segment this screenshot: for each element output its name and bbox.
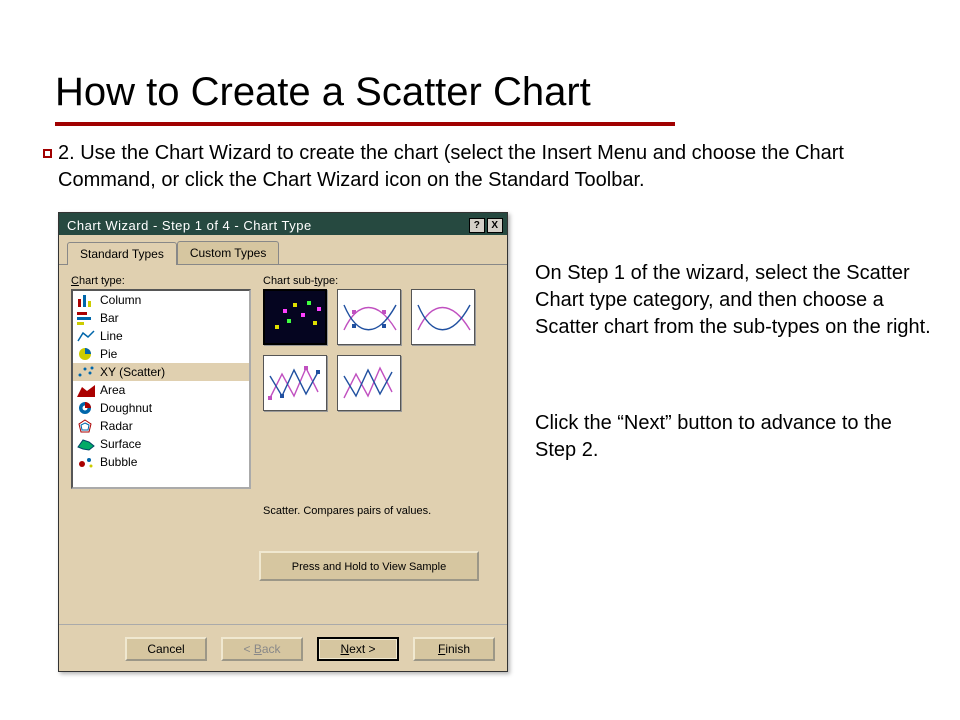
chart-subtype-4[interactable] [337, 355, 401, 411]
chart-type-label-text: Bar [100, 311, 119, 325]
chart-type-label-text: Area [100, 383, 125, 397]
chart-wizard-dialog: Chart Wizard - Step 1 of 4 - Chart Type … [58, 212, 508, 672]
surface-icon [77, 437, 95, 451]
dialog-panel: Chart type: Column Bar Line Pie XY (Scatter)… [59, 265, 507, 499]
chart-subtype-label: Chart sub-type: [263, 275, 495, 287]
line-icon [77, 329, 95, 343]
chart-type-label-text: Doughnut [100, 401, 152, 415]
side-text-1: On Step 1 of the wizard, select the Scat… [535, 260, 935, 341]
next-button[interactable]: Next > [317, 637, 399, 661]
chart-type-item-line[interactable]: Line [73, 327, 249, 345]
finish-button[interactable]: Finish [413, 637, 495, 661]
tab-standard-types[interactable]: Standard Types [67, 242, 177, 265]
radar-icon [77, 419, 95, 433]
chart-type-item-surface[interactable]: Surface [73, 435, 249, 453]
scatter-icon [77, 365, 95, 379]
chart-type-label: Chart type: [71, 275, 251, 287]
bullet-marker [43, 149, 52, 158]
dialog-titlebar: Chart Wizard - Step 1 of 4 - Chart Type … [59, 213, 507, 235]
chart-type-item-area[interactable]: Area [73, 381, 249, 399]
title-underline [55, 122, 675, 126]
chart-type-item-doughnut[interactable]: Doughnut [73, 399, 249, 417]
chart-type-item-bar[interactable]: Bar [73, 309, 249, 327]
chart-type-label-text: Line [100, 329, 123, 343]
doughnut-icon [77, 401, 95, 415]
dialog-title: Chart Wizard - Step 1 of 4 - Chart Type [67, 218, 467, 233]
pie-icon [77, 347, 95, 361]
chart-type-label-text: Bubble [100, 455, 137, 469]
bar-icon [77, 311, 95, 325]
close-button[interactable]: X [487, 218, 503, 233]
area-icon [77, 383, 95, 397]
cancel-button[interactable]: Cancel [125, 637, 207, 661]
chart-subtype-2[interactable] [411, 289, 475, 345]
help-button[interactable]: ? [469, 218, 485, 233]
chart-subtype-3[interactable] [263, 355, 327, 411]
chart-subtype-grid [263, 289, 483, 411]
back-button[interactable]: < Back [221, 637, 303, 661]
step-instruction: 2. Use the Chart Wizard to create the ch… [58, 140, 898, 194]
chart-subtype-0[interactable] [263, 289, 327, 345]
tab-custom-types[interactable]: Custom Types [177, 241, 279, 264]
chart-type-item-bubble[interactable]: Bubble [73, 453, 249, 471]
chart-type-label-text: Pie [100, 347, 117, 361]
page-title: How to Create a Scatter Chart [55, 70, 591, 115]
column-icon [77, 293, 95, 307]
chart-subtype-1[interactable] [337, 289, 401, 345]
subtype-description: Scatter. Compares pairs of values. [259, 503, 495, 551]
chart-type-item-pie[interactable]: Pie [73, 345, 249, 363]
chart-type-label-text: XY (Scatter) [100, 365, 165, 379]
chart-type-list[interactable]: Column Bar Line Pie XY (Scatter) Area Doughnut… [71, 289, 251, 489]
chart-type-item-radar[interactable]: Radar [73, 417, 249, 435]
chart-type-label-text: Column [100, 293, 141, 307]
bubble-icon [77, 455, 95, 469]
chart-type-label-text: Radar [100, 419, 133, 433]
wizard-button-row: Cancel < Back Next > Finish [59, 624, 507, 661]
tab-row: Standard Types Custom Types [59, 235, 507, 265]
chart-type-label-text: Surface [100, 437, 141, 451]
chart-type-item-scatter[interactable]: XY (Scatter) [73, 363, 249, 381]
side-text-2: Click the “Next” button to advance to th… [535, 410, 935, 464]
chart-type-item-column[interactable]: Column [73, 291, 249, 309]
view-sample-button[interactable]: Press and Hold to View Sample [259, 551, 479, 581]
